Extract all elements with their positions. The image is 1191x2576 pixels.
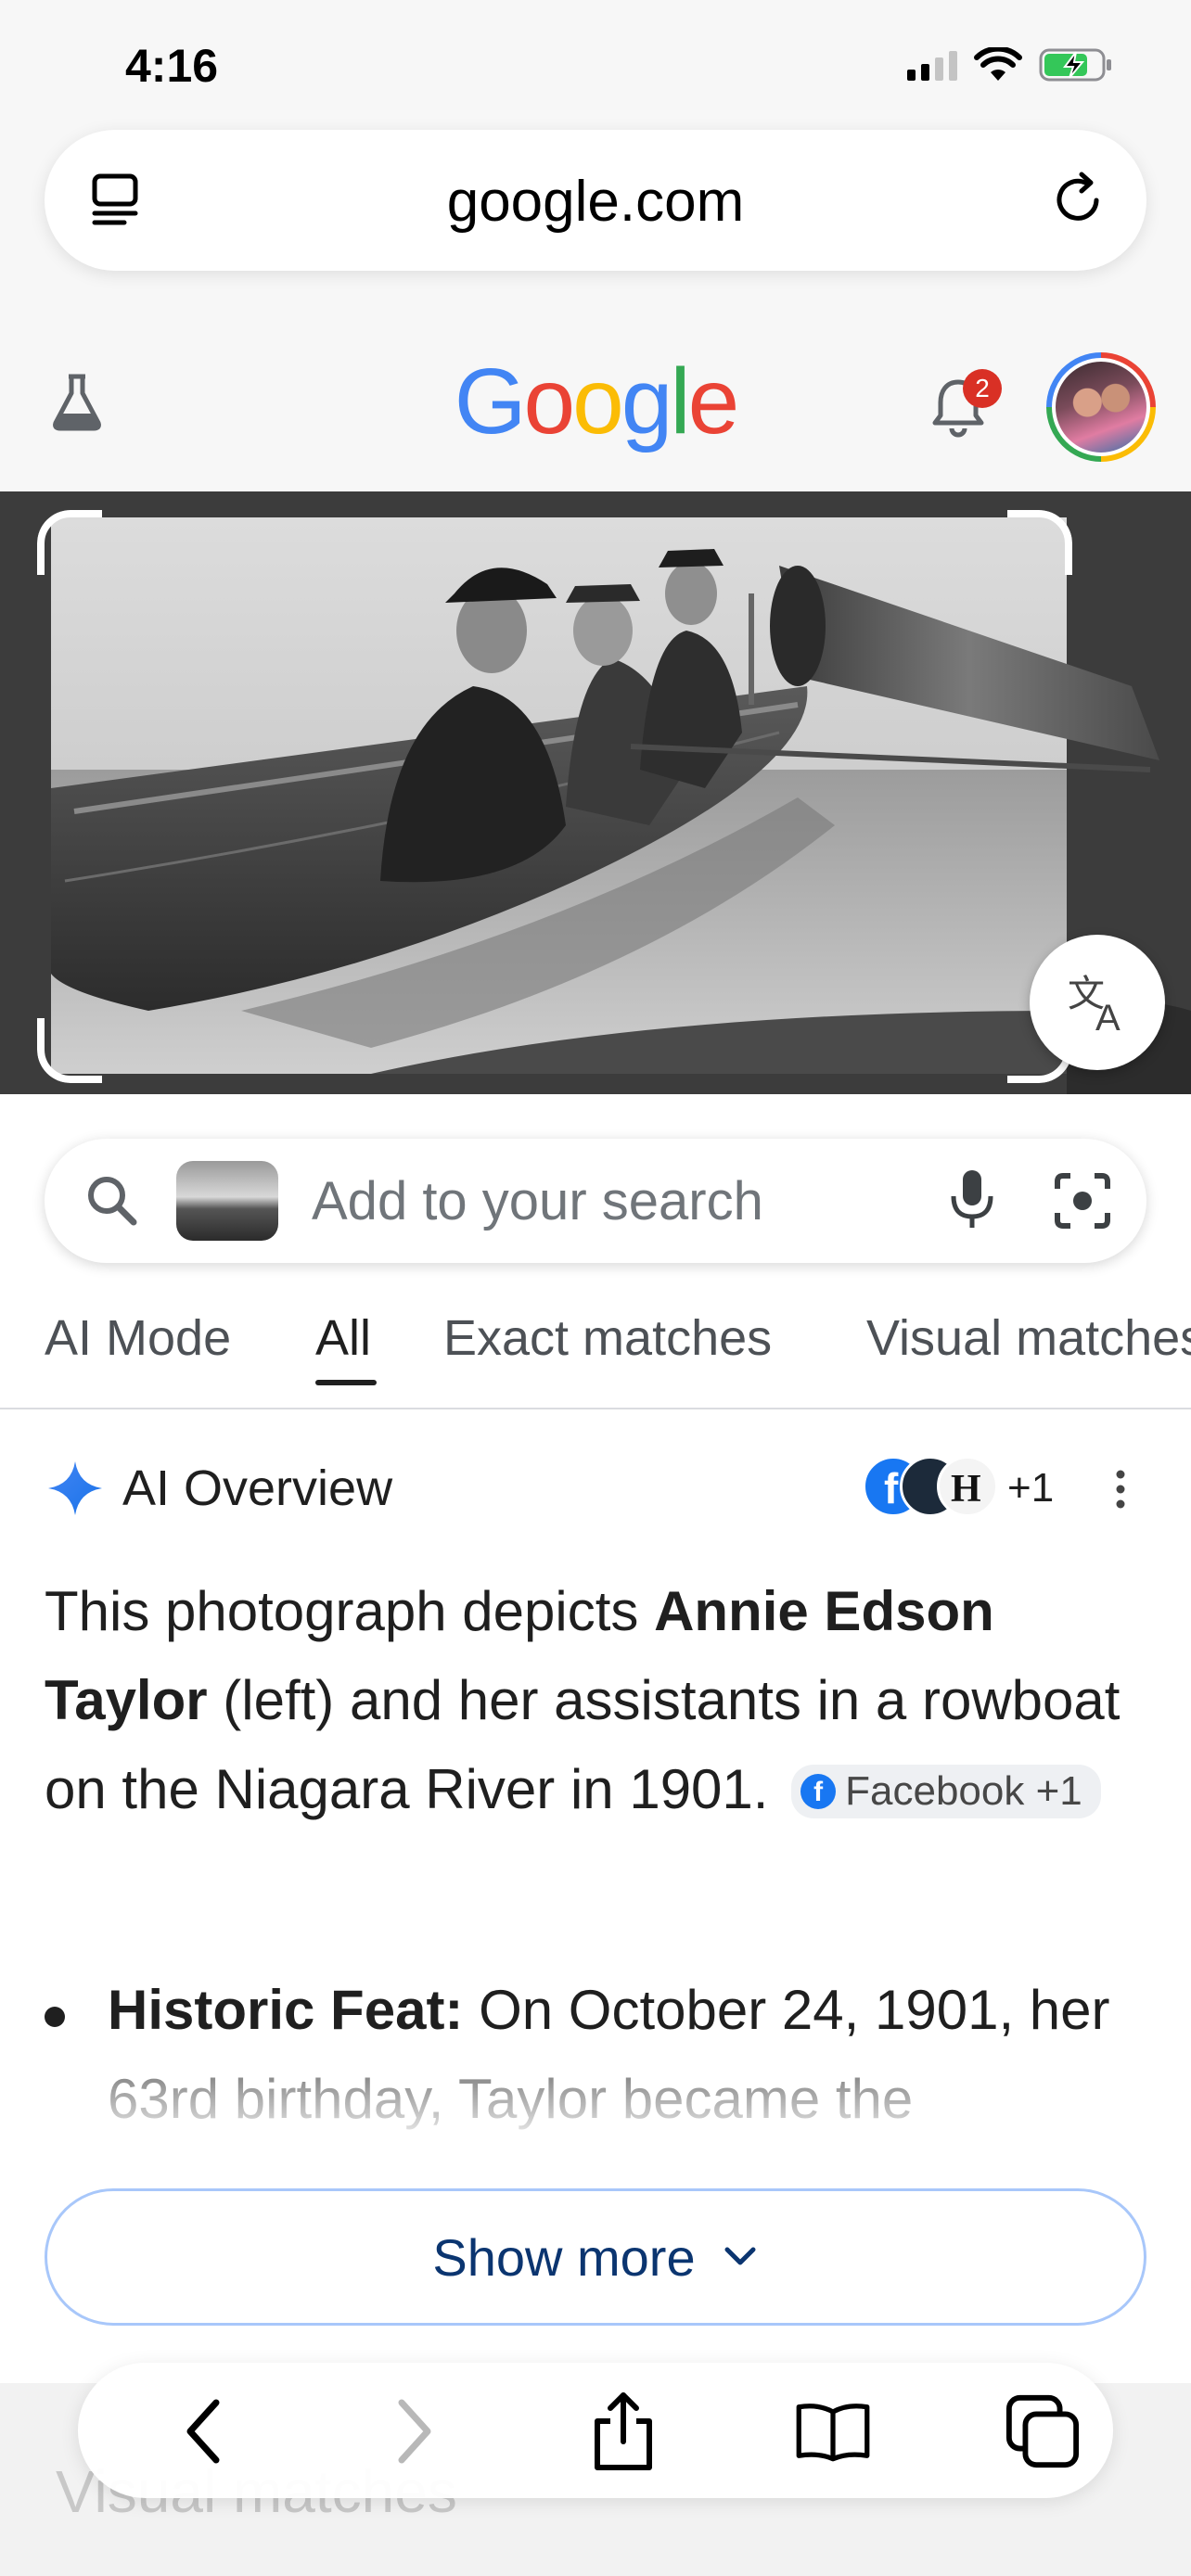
share-button[interactable] <box>584 2392 662 2470</box>
source-logo-icon: H <box>937 1456 998 1517</box>
search-icon <box>88 1177 137 1226</box>
source-icons[interactable]: f H <box>863 1456 1002 1521</box>
status-bar: 4:16 <box>0 0 1191 130</box>
bookmarks-button[interactable] <box>794 2392 872 2470</box>
tabs-overview-icon <box>1005 2394 1080 2468</box>
svg-text:H: H <box>951 1468 981 1511</box>
ai-overview-header: AI Overview f H +1 <box>0 1447 1191 1530</box>
avatar-photo <box>1052 358 1150 456</box>
ai-overview-summary: This photograph depicts Annie Edson Tayl… <box>45 1580 1121 1820</box>
search-input[interactable]: Add to your search <box>312 1170 763 1232</box>
bullet-label: Historic Feat: <box>108 1979 464 2041</box>
google-header: Google 2 <box>0 315 1191 491</box>
address-bar[interactable]: google.com <box>45 130 1146 271</box>
source-chip[interactable]: f Facebook +1 <box>791 1765 1101 1818</box>
show-more-button[interactable]: Show more <box>45 2188 1146 2326</box>
facebook-icon: f <box>800 1774 837 1809</box>
back-button[interactable] <box>165 2392 243 2470</box>
svg-text:f: f <box>884 1464 899 1512</box>
tab-all[interactable]: All <box>315 1309 371 1367</box>
status-time: 4:16 <box>125 40 219 92</box>
show-more-label: Show more <box>432 2227 696 2287</box>
status-icons <box>907 46 1113 83</box>
bookmarks-book-icon <box>796 2404 870 2462</box>
more-options-icon[interactable] <box>1109 1469 1132 1510</box>
back-arrow-icon <box>186 2399 220 2464</box>
svg-text:A: A <box>1095 998 1121 1036</box>
google-logo[interactable]: Google <box>0 349 1191 455</box>
ai-sparkle-icon <box>48 1461 102 1515</box>
url-text[interactable]: google.com <box>45 169 1146 235</box>
microphone-icon[interactable] <box>944 1167 1000 1233</box>
bullet-dot <box>45 2007 65 2027</box>
forward-arrow-icon <box>398 2399 431 2464</box>
tab-visual-matches[interactable]: Visual matches <box>866 1309 1191 1367</box>
notification-badge: 2 <box>963 369 1002 408</box>
reload-icon[interactable] <box>1048 169 1109 230</box>
search-tabs: AI Mode All Exact matches Visual matches <box>0 1298 1191 1409</box>
cellular-signal-icon <box>907 49 957 81</box>
lens-image-area[interactable]: 文 A <box>0 491 1191 1094</box>
share-icon <box>595 2392 652 2470</box>
crop-frame[interactable] <box>37 510 1072 1083</box>
battery-charging-icon <box>1039 48 1111 82</box>
account-avatar[interactable] <box>1046 352 1156 462</box>
search-box[interactable]: Add to your search <box>45 1139 1146 1263</box>
lens-camera-icon[interactable] <box>1052 1170 1113 1231</box>
translate-button[interactable]: 文 A <box>1030 935 1165 1070</box>
url-area: google.com <box>0 130 1191 315</box>
ai-overview-title: AI Overview <box>122 1460 393 1516</box>
active-tab-indicator <box>315 1380 377 1385</box>
search-image-thumbnail[interactable] <box>176 1161 278 1241</box>
translate-icon: 文 A <box>1068 974 1121 1036</box>
source-count[interactable]: +1 <box>1007 1465 1054 1511</box>
tabs-button[interactable] <box>1004 2392 1082 2470</box>
browser-toolbar <box>78 2363 1113 2498</box>
wifi-icon <box>974 47 1022 81</box>
chevron-down-icon <box>724 2247 756 2265</box>
forward-button[interactable] <box>375 2392 453 2470</box>
tab-exact-matches[interactable]: Exact matches <box>443 1309 772 1367</box>
tab-ai-mode[interactable]: AI Mode <box>45 1309 231 1367</box>
content-fade <box>0 2059 1191 2188</box>
